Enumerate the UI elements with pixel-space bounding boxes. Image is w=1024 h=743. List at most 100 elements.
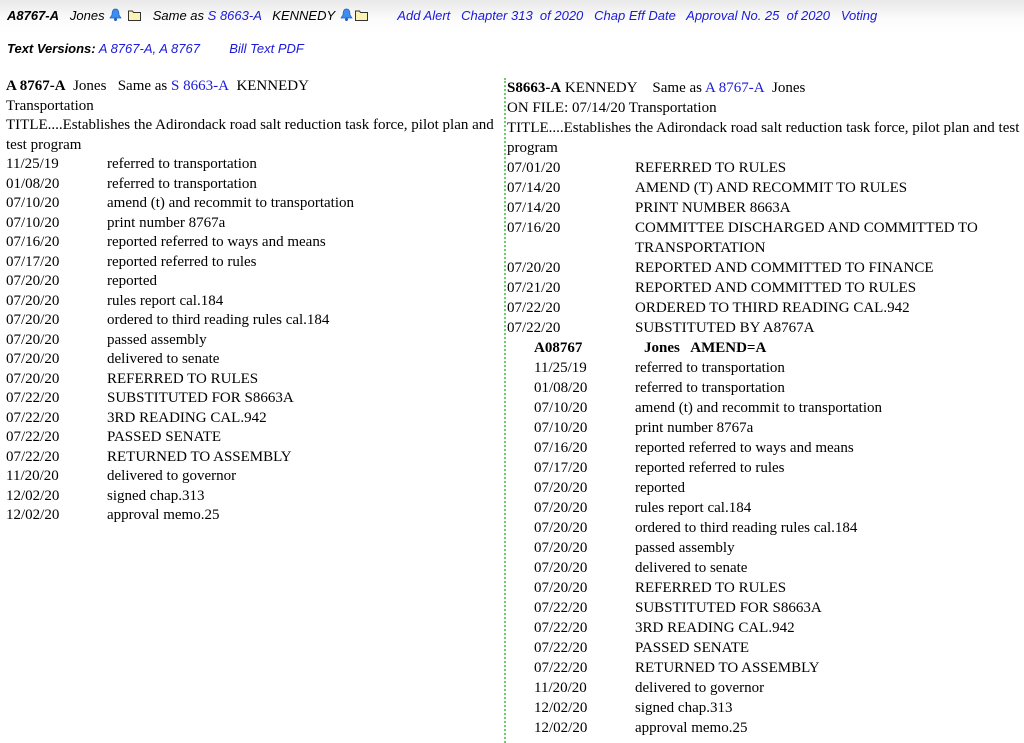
- action-text: PASSED SENATE: [635, 640, 750, 656]
- action-text: delivered to senate: [635, 560, 748, 576]
- action-row: 07/16/20 reported referred to ways and me…: [6, 233, 496, 253]
- action-text: ordered to third reading rules cal.184: [107, 312, 330, 328]
- action-date: 07/20/20: [6, 351, 60, 367]
- action-text: 3RD READING CAL.942: [635, 620, 795, 636]
- right-on-file: ON FILE: 07/14/20 Transportation: [507, 100, 717, 116]
- bell-alert-icon[interactable]: [108, 8, 123, 22]
- add-alert-link[interactable]: Add Alert: [397, 8, 450, 23]
- action-row: 07/20/20 passed assembly: [507, 538, 1024, 558]
- action-text: rules report cal.184: [107, 292, 224, 309]
- action-text: delivered to senate: [107, 351, 220, 367]
- action-row: 07/20/20 ordered to third reading rules c…: [6, 311, 496, 331]
- chap-eff-date-link[interactable]: Chap Eff Date: [594, 8, 676, 23]
- action-date: 11/20/20: [534, 680, 587, 696]
- left-sponsor: Jones: [73, 78, 107, 94]
- action-text: REPORTED AND COMMITTED TO FINANCE: [635, 260, 934, 276]
- action-text: rules report cal.184: [635, 500, 752, 516]
- right-same-as-label: Same as: [652, 80, 702, 96]
- action-row: 07/20/20 reported: [6, 272, 496, 292]
- action-date: 07/22/20: [534, 600, 588, 616]
- text-versions-label: Text Versions:: [7, 41, 96, 56]
- left-actions-list: 11/25/19 referred to transportation 01/08/…: [6, 155, 496, 526]
- action-text: PASSED SENATE: [107, 429, 222, 445]
- action-text: reported referred to ways and means: [635, 440, 854, 456]
- bill-sponsor: Jones: [69, 8, 105, 23]
- right-sponsor: KENNEDY: [564, 80, 638, 96]
- action-text: amend (t) and recommit to transportation: [107, 195, 355, 211]
- action-row: 07/16/20 COMMITTEE DISCHARGED AND COMMITT…: [507, 218, 1024, 258]
- left-same-as-label: Same as: [117, 78, 168, 94]
- action-row: 07/22/20 SUBSTITUTED FOR S8663A: [6, 389, 496, 409]
- senate-bill-panel: S8663-A KENNEDY Same as A 8767-A Jones O…: [504, 78, 1024, 743]
- action-text: reported referred to ways and means: [107, 234, 326, 250]
- same-as-label: Same as: [152, 8, 205, 23]
- action-text: RETURNED TO ASSEMBLY: [635, 660, 820, 676]
- same-as-link[interactable]: S 8663-A: [208, 8, 262, 23]
- right-same-as-link[interactable]: A 8767-A: [705, 80, 765, 96]
- action-date: 01/08/20: [6, 175, 60, 192]
- action-date: 07/21/20: [507, 280, 561, 296]
- right-bill-heading: S8663-A KENNEDY Same as A 8767-A Jones: [507, 78, 1024, 98]
- action-date: 07/20/20: [534, 480, 588, 496]
- action-text: referred to transportation: [107, 156, 257, 172]
- action-date: 07/20/20: [6, 312, 60, 328]
- action-text: REFERRED TO RULES: [635, 580, 787, 596]
- bill-text-pdf-link[interactable]: Bill Text PDF: [229, 41, 304, 56]
- action-text: print number 8767a: [107, 214, 226, 231]
- action-date: 07/14/20: [507, 200, 561, 216]
- action-text: signed chap.313: [635, 700, 733, 716]
- action-row: 07/17/20 reported referred to rules: [507, 458, 1024, 478]
- folder-icon[interactable]: [354, 8, 369, 22]
- action-row: 07/14/20 PRINT NUMBER 8663A: [507, 198, 1024, 218]
- action-date: 07/20/20: [6, 331, 60, 348]
- action-text: referred to transportation: [635, 360, 785, 376]
- action-row: 07/10/20 amend (t) and recommit to transp…: [507, 398, 1024, 418]
- action-text: RETURNED TO ASSEMBLY: [107, 448, 292, 465]
- action-row: 12/02/20 approval memo.25: [6, 506, 496, 526]
- action-date: 07/10/20: [534, 400, 588, 416]
- action-text: referred to transportation: [107, 175, 257, 192]
- action-text: REFERRED TO RULES: [107, 370, 259, 387]
- action-row: 07/20/20 ordered to third reading rules c…: [507, 518, 1024, 538]
- action-date: 07/10/20: [6, 195, 60, 211]
- action-date: 07/20/20: [507, 260, 561, 276]
- action-date: 07/16/20: [6, 234, 60, 250]
- action-text: reported: [635, 480, 685, 496]
- action-text: PRINT NUMBER 8663A: [635, 200, 791, 216]
- action-date: 11/25/19: [534, 360, 587, 376]
- action-text: ORDERED TO THIRD READING CAL.942: [635, 300, 910, 316]
- action-row: 11/20/20 delivered to governor: [6, 467, 496, 487]
- text-versions-link[interactable]: A 8767-A, A 8767: [99, 41, 200, 56]
- action-row: 07/22/20 SUBSTITUTED FOR S8663A: [507, 598, 1024, 618]
- action-date: 12/02/20: [534, 720, 588, 736]
- action-row: 01/08/20 referred to transportation: [507, 378, 1024, 398]
- voting-link[interactable]: Voting: [841, 8, 877, 23]
- bell-alert-icon[interactable]: [339, 8, 354, 22]
- right-bill-id: S8663-A: [507, 80, 562, 96]
- action-date: 07/16/20: [534, 440, 588, 456]
- action-row: 07/22/20 ORDERED TO THIRD READING CAL.942: [507, 298, 1024, 318]
- action-date: 07/20/20: [534, 540, 588, 556]
- action-date: 12/02/20: [534, 700, 588, 716]
- action-row: 07/22/20 3RD READING CAL.942: [6, 409, 496, 429]
- folder-icon[interactable]: [127, 8, 142, 22]
- action-date: 07/22/20: [534, 640, 588, 656]
- bill-id: A8767-A: [7, 8, 60, 23]
- action-row: 07/20/20 reported: [507, 478, 1024, 498]
- action-text: amend (t) and recommit to transportation: [635, 400, 883, 416]
- action-row: 07/22/20 PASSED SENATE: [507, 638, 1024, 658]
- action-row: 07/10/20 amend (t) and recommit to transp…: [6, 194, 496, 214]
- action-date: 07/17/20: [6, 253, 60, 270]
- left-bill-id: A 8767-A: [6, 78, 66, 94]
- action-text: reported: [107, 273, 157, 289]
- approval-link[interactable]: Approval No. 25 of 2020: [686, 8, 830, 23]
- chapter-link[interactable]: Chapter 313 of 2020: [461, 8, 583, 23]
- action-date: 11/20/20: [6, 468, 59, 484]
- substitute-actions-list: 11/25/19 referred to transportation 01/08/…: [507, 358, 1024, 738]
- action-row: 07/17/20 reported referred to rules: [6, 253, 496, 273]
- action-date: 07/20/20: [534, 500, 588, 516]
- action-row: 07/20/20 REFERRED TO RULES: [6, 370, 496, 390]
- left-same-as-link[interactable]: S 8663-A: [171, 78, 229, 94]
- action-date: 12/02/20: [6, 487, 60, 504]
- action-row: 07/22/20 RETURNED TO ASSEMBLY: [507, 658, 1024, 678]
